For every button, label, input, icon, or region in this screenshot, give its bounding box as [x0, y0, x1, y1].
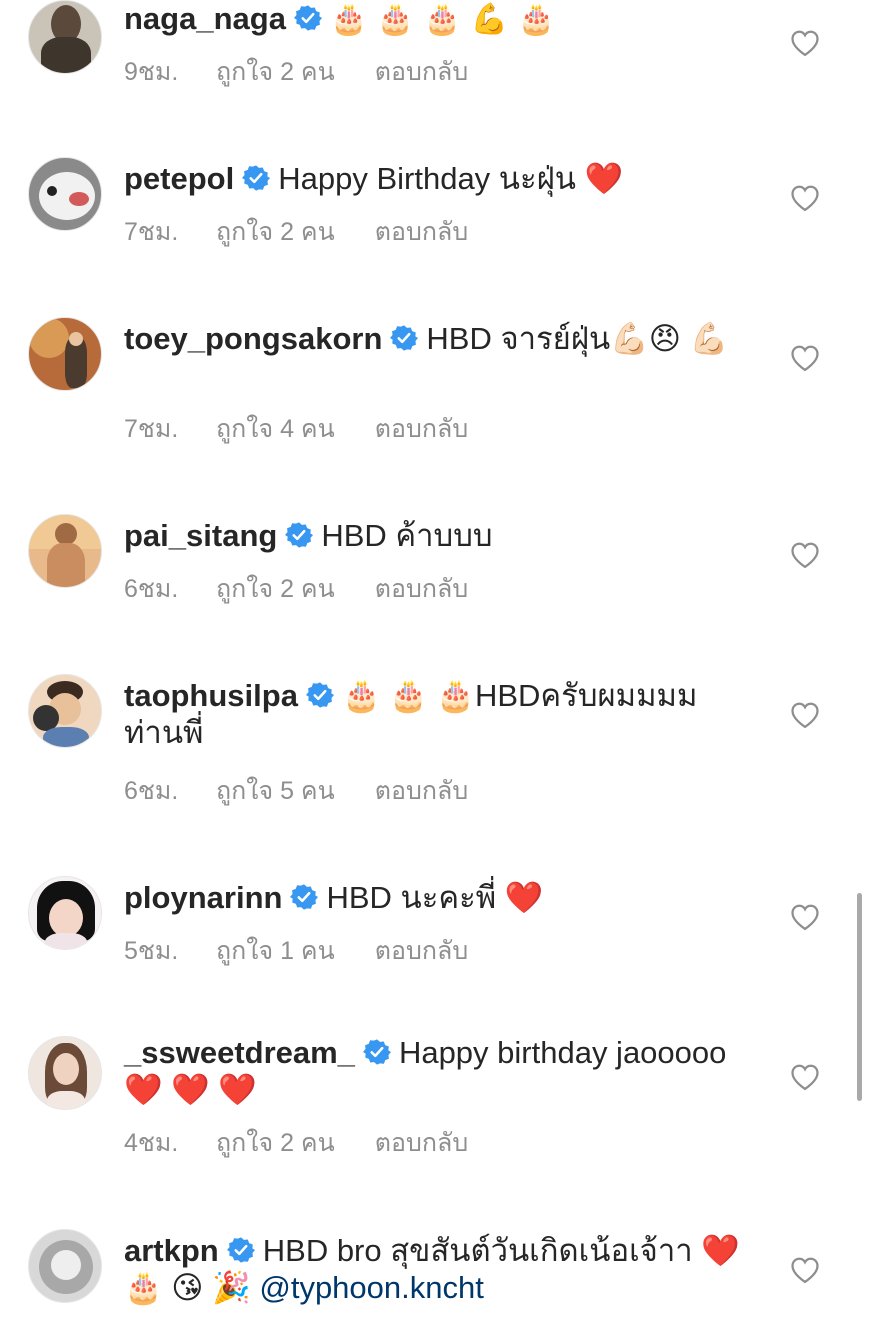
avatar[interactable] [28, 674, 102, 748]
comment-body: HBD นะคะพี่ ❤️ [326, 880, 544, 915]
verified-badge-icon [290, 883, 318, 911]
comment-body: HBD ค้าบบบ [321, 518, 493, 553]
comment-body: 🎂 🎂 🎂 💪 🎂 [329, 2, 555, 37]
comment-meta: 6ชม. ถูกใจ 5 คน ตอบกลับ [124, 775, 468, 807]
avatar[interactable] [28, 1036, 102, 1110]
like-heart-icon[interactable] [790, 903, 820, 931]
timestamp: 7ชม. [124, 415, 179, 443]
verified-badge-icon [390, 324, 418, 352]
comment-meta: 9ชม. ถูกใจ 2 คน ตอบกลับ [124, 56, 468, 88]
avatar[interactable] [28, 514, 102, 588]
username[interactable]: petepol [124, 161, 234, 196]
reply-button[interactable]: ตอบกลับ [375, 56, 468, 88]
avatar[interactable] [28, 1229, 102, 1303]
comment-text: _ssweetdream_ Happy birthday jaooooo ❤️ ❤… [124, 1034, 744, 1108]
comment-meta: 7ชม. ถูกใจ 2 คน ตอบกลับ [124, 216, 468, 248]
comment-body: Happy Birthday นะฝุ่น ❤️ [278, 161, 624, 196]
scrollbar[interactable] [857, 893, 862, 1101]
like-heart-icon[interactable] [790, 701, 820, 729]
timestamp: 5ชม. [124, 937, 179, 965]
avatar[interactable] [28, 0, 102, 74]
username[interactable]: naga_naga [124, 1, 286, 36]
timestamp: 9ชม. [124, 58, 179, 86]
username[interactable]: artkpn [124, 1233, 219, 1268]
reply-button[interactable]: ตอบกลับ [375, 573, 468, 605]
comment-text: taophusilpa 🎂 🎂 🎂HBDครับผมมมม ท่านพี่ [124, 677, 744, 751]
username[interactable]: taophusilpa [124, 678, 298, 713]
likes-count[interactable]: ถูกใจ 1 คน [216, 935, 335, 967]
reply-button[interactable]: ตอบกลับ [375, 935, 468, 967]
verified-badge-icon [242, 164, 270, 192]
timestamp: 6ชม. [124, 575, 179, 603]
like-heart-icon[interactable] [790, 29, 820, 57]
like-heart-icon[interactable] [790, 184, 820, 212]
comment-text: pai_sitang HBD ค้าบบบ [124, 517, 744, 554]
verified-badge-icon [227, 1236, 255, 1264]
verified-badge-icon [294, 4, 322, 32]
comment-body: HBD จารย์ฝุ่น💪🏻😠 💪🏻 [426, 321, 729, 356]
comment-text: petepol Happy Birthday นะฝุ่น ❤️ [124, 160, 744, 197]
reply-button[interactable]: ตอบกลับ [375, 216, 468, 248]
likes-count[interactable]: ถูกใจ 5 คน [216, 775, 335, 807]
likes-count[interactable]: ถูกใจ 2 คน [216, 56, 335, 88]
verified-badge-icon [285, 521, 313, 549]
verified-badge-icon [306, 681, 334, 709]
username[interactable]: ploynarinn [124, 880, 282, 915]
reply-button[interactable]: ตอบกลับ [375, 413, 468, 445]
likes-count[interactable]: ถูกใจ 2 คน [216, 1127, 335, 1159]
like-heart-icon[interactable] [790, 344, 820, 372]
comment-meta: 5ชม. ถูกใจ 1 คน ตอบกลับ [124, 935, 468, 967]
like-heart-icon[interactable] [790, 1063, 820, 1091]
comment-text: ploynarinn HBD นะคะพี่ ❤️ [124, 879, 744, 916]
avatar[interactable] [28, 157, 102, 231]
like-heart-icon[interactable] [790, 541, 820, 569]
likes-count[interactable]: ถูกใจ 2 คน [216, 573, 335, 605]
avatar[interactable] [28, 876, 102, 950]
verified-badge-icon [363, 1038, 391, 1066]
avatar[interactable] [28, 317, 102, 391]
comment-meta: 6ชม. ถูกใจ 2 คน ตอบกลับ [124, 573, 468, 605]
mention-link[interactable]: @typhoon.kncht [259, 1270, 484, 1305]
timestamp: 6ชม. [124, 777, 179, 805]
comment-text: naga_naga 🎂 🎂 🎂 💪 🎂 [124, 0, 744, 38]
username[interactable]: pai_sitang [124, 518, 277, 553]
timestamp: 7ชม. [124, 218, 179, 246]
username[interactable]: toey_pongsakorn [124, 321, 382, 356]
like-heart-icon[interactable] [790, 1256, 820, 1284]
timestamp: 4ชม. [124, 1129, 179, 1157]
comment-meta: 4ชม. ถูกใจ 2 คน ตอบกลับ [124, 1127, 468, 1159]
likes-count[interactable]: ถูกใจ 2 คน [216, 216, 335, 248]
comment-meta: 7ชม. ถูกใจ 4 คน ตอบกลับ [124, 413, 468, 445]
username[interactable]: _ssweetdream_ [124, 1035, 355, 1070]
likes-count[interactable]: ถูกใจ 4 คน [216, 413, 335, 445]
comment-text: artkpn HBD bro สุขสันต์วันเกิดเน้อเจ้าา ❤… [124, 1232, 744, 1306]
comment-text: toey_pongsakorn HBD จารย์ฝุ่น💪🏻😠 💪🏻 [124, 320, 744, 357]
reply-button[interactable]: ตอบกลับ [375, 1127, 468, 1159]
reply-button[interactable]: ตอบกลับ [375, 775, 468, 807]
